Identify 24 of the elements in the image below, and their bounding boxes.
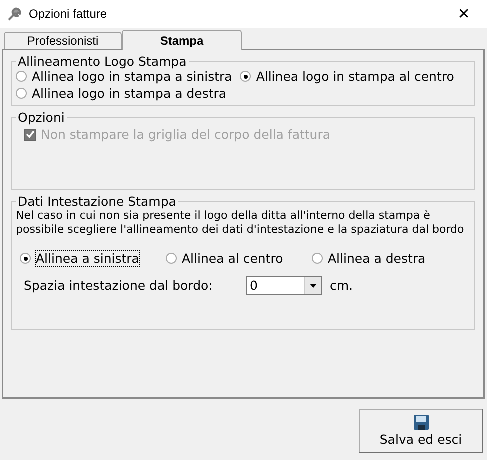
dropdown-field[interactable]: 0 xyxy=(246,276,322,295)
group-title: Dati Intestazione Stampa xyxy=(17,194,178,209)
save-button[interactable]: Salva ed esci xyxy=(359,409,483,453)
group-title: Allineamento Logo Stampa xyxy=(17,54,188,69)
field-label: Spazia intestazione dal bordo: xyxy=(24,278,214,293)
option-label: Allinea a destra xyxy=(328,251,426,266)
description-text: Nel caso in cui non sia presente il logo della ditta all'interno della stampa è possibile scegliere l'allineamento dei dati d'intestazione e la spaziatura dal bordo xyxy=(16,209,466,237)
window-title: Opzioni fatture xyxy=(29,7,108,21)
tab[interactable]: Stampa xyxy=(122,30,242,50)
option-label: Allinea a sinistra xyxy=(36,251,140,266)
radio-button[interactable] xyxy=(240,71,252,82)
group-title: Opzioni xyxy=(17,110,66,125)
checkbox-label: Non stampare la griglia del corpo della fattura xyxy=(41,127,331,142)
tab[interactable]: Professionisti xyxy=(4,32,122,49)
dropdown-arrow-icon xyxy=(310,284,316,288)
radio-button[interactable] xyxy=(166,253,177,264)
radio-button[interactable] xyxy=(16,71,27,82)
wrench-icon xyxy=(7,6,23,22)
close-button[interactable]: ✕ xyxy=(441,0,487,28)
radio-button[interactable] xyxy=(312,253,323,264)
option-label: Allinea al centro xyxy=(182,251,284,266)
radio-button[interactable] xyxy=(16,88,27,99)
radio-button[interactable] xyxy=(20,253,31,264)
unit-label: cm. xyxy=(330,278,354,293)
